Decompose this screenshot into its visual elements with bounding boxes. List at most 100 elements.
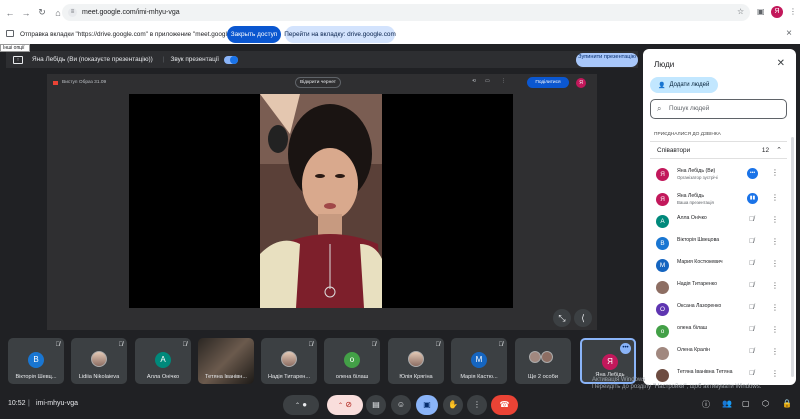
close-icon[interactable]: ✕ xyxy=(777,58,785,69)
participant-tile[interactable]: В 🎙̸ Вікторія Шевц... xyxy=(8,338,64,384)
contributors-group-header[interactable]: Співавтори 12 ⌃ xyxy=(650,141,787,159)
person-row[interactable]: М Мария Костюкевич 🎙̸ ⋮ xyxy=(650,256,787,278)
mic-off-icon[interactable]: 🎙̸ xyxy=(749,304,754,311)
more-icon[interactable]: ⋮ xyxy=(501,79,506,84)
person-role: Ваша презентація xyxy=(677,200,714,205)
stop-sharing-button[interactable]: Закрыть доступ xyxy=(227,26,281,43)
person-row[interactable]: В Вікторія Швецова 🎙̸ ⋮ xyxy=(650,234,787,256)
chevron-up-icon[interactable]: ⌃ xyxy=(338,403,343,409)
person-row[interactable]: А Алла Онічко 🎙̸ ⋮ xyxy=(650,212,787,234)
mic-off-icon[interactable]: 🎙̸ xyxy=(749,216,754,223)
more-vertical-icon[interactable]: ⋮ xyxy=(771,237,779,246)
more-vertical-icon[interactable]: ⋮ xyxy=(771,281,779,290)
avatar: А xyxy=(656,215,669,228)
mic-off-icon[interactable]: 🎙̸ xyxy=(749,282,754,289)
back-icon[interactable]: ← xyxy=(4,8,16,18)
more-vertical-icon[interactable]: ⋮ xyxy=(771,303,779,312)
cast-tab-icon xyxy=(6,30,14,37)
info-icon[interactable]: ⓘ xyxy=(702,399,710,410)
more-vertical-icon[interactable]: ⋮ xyxy=(771,347,779,356)
more-horizontal-icon[interactable]: ••• xyxy=(747,168,758,179)
participant-tile[interactable]: М 🎙̸ Марія Кастю... xyxy=(451,338,507,384)
present-mode-icon[interactable]: ▭ xyxy=(485,79,490,84)
avatar xyxy=(91,351,107,367)
participant-name: Юлія Крягіна xyxy=(399,374,433,380)
history-icon[interactable]: ⟲ xyxy=(472,79,476,84)
audio-level-icon: ▮▮ xyxy=(747,193,758,204)
emoji-button[interactable]: ☺ xyxy=(391,395,411,415)
person-row[interactable]: о олена білаш 🎙̸ ⋮ xyxy=(650,322,787,344)
windows-activation-watermark: Активація Windows Перейдіть до розділу "… xyxy=(592,377,761,391)
leave-call-button[interactable]: ☎ xyxy=(491,395,518,415)
lock-icon[interactable]: 🔒 xyxy=(782,399,792,408)
reframe-icon[interactable]: ⤡ xyxy=(553,309,571,327)
person-row[interactable]: Олена Кралін 🎙̸ ⋮ xyxy=(650,344,787,366)
camera-button[interactable]: ⌃ ⊘ xyxy=(327,395,363,415)
participant-tile[interactable]: 🎙̸ Lidiia Nikolaieva xyxy=(71,338,127,384)
person-row[interactable]: Я Яна Лебідь Ваша презентація ▮▮ ⋮ xyxy=(650,190,787,212)
site-info-icon[interactable]: ≡ xyxy=(68,8,77,17)
more-options-button[interactable]: ⋮ xyxy=(467,395,487,415)
profile-avatar[interactable]: Я xyxy=(771,6,783,18)
more-options-icon[interactable]: ••• xyxy=(620,343,631,354)
chevron-up-icon[interactable]: ⌃ xyxy=(295,403,300,409)
person-name: Яна Лебідь (Ви) xyxy=(677,168,716,174)
add-people-button[interactable]: 👤 Додати людей xyxy=(650,77,718,93)
participant-name: Вікторія Шевц... xyxy=(15,374,57,380)
mic-off-icon[interactable]: 🎙̸ xyxy=(749,370,754,377)
forward-icon[interactable]: → xyxy=(20,8,32,18)
close-icon[interactable]: × xyxy=(786,28,792,39)
profile-avatar[interactable]: Я xyxy=(576,78,586,88)
raise-hand-button[interactable]: ✋ xyxy=(443,395,463,415)
more-vertical-icon[interactable]: ⋮ xyxy=(771,193,779,202)
person-row[interactable]: О Оксана Лазоренко 🎙̸ ⋮ xyxy=(650,300,787,322)
participant-tile[interactable]: Ще 2 особи xyxy=(515,338,571,384)
more-vertical-icon[interactable]: ⋮ xyxy=(771,259,779,268)
more-vertical-icon[interactable]: ⋮ xyxy=(771,168,779,177)
mic-off-icon[interactable]: 🎙̸ xyxy=(749,348,754,355)
person-row[interactable]: Я Яна Лебідь (Ви) Організатор зустрічі ••• ⋮ xyxy=(650,165,787,187)
address-bar[interactable]: ≡ meet.google.com/imi-mhyu-vga xyxy=(62,4,750,21)
stop-presenting-button[interactable]: Зупинити презентацію xyxy=(576,53,638,67)
search-people-input[interactable]: ⌕ Пошук людей xyxy=(650,99,787,119)
presentation-sound-toggle[interactable] xyxy=(223,55,238,64)
present-button[interactable]: ▣ xyxy=(416,395,438,415)
chat-icon[interactable]: ▢ xyxy=(742,399,750,408)
avatar xyxy=(656,281,669,294)
share-button[interactable]: Поділитися xyxy=(527,77,569,88)
open-draft-button[interactable]: Відкрити чернет xyxy=(295,77,341,88)
chevron-up-icon[interactable]: ⌃ xyxy=(776,142,782,159)
bookmark-star-icon[interactable]: ☆ xyxy=(737,7,744,16)
avatar: А xyxy=(155,352,171,368)
more-vertical-icon[interactable]: ⋮ xyxy=(771,369,779,378)
share-icon[interactable]: ⟨ xyxy=(574,309,592,327)
group-label: Співавтори xyxy=(657,147,691,154)
panel-scrollbar[interactable] xyxy=(791,137,794,377)
participant-tile[interactable]: Тетяна Іванівн... xyxy=(198,338,254,384)
mic-off-icon[interactable]: 🎙̸ xyxy=(749,260,754,267)
extensions-icon[interactable]: ▣ xyxy=(757,7,765,16)
switch-tab-button[interactable]: Перейти на вкладку: drive.google.com xyxy=(284,26,396,43)
participant-tile[interactable]: А 🎙̸ Алла Онічко xyxy=(135,338,191,384)
browser-menu-icon[interactable]: ⋮ xyxy=(789,7,797,16)
more-vertical-icon[interactable]: ⋮ xyxy=(771,325,779,334)
participant-tile[interactable]: 🎙̸ Юлія Крягіна xyxy=(388,338,444,384)
participant-tile[interactable]: 🎙̸ Надія Титарен... xyxy=(261,338,317,384)
mic-off-icon: 🎙̸ xyxy=(498,342,504,348)
meeting-code: imi-mhyu-vga xyxy=(36,400,79,407)
participant-tile[interactable]: о 🎙̸ олена білаш xyxy=(324,338,380,384)
more-vertical-icon[interactable]: ⋮ xyxy=(771,215,779,224)
reload-icon[interactable]: ↻ xyxy=(36,7,48,18)
clock: 10:52 xyxy=(8,400,26,407)
microphone-button[interactable]: ⌃ ● xyxy=(283,395,319,415)
captions-button[interactable]: ▤ xyxy=(366,395,386,415)
watermark-line2: Перейдіть до розділу "Настройки", щоб ак… xyxy=(592,384,762,390)
people-icon[interactable]: 👥 xyxy=(722,399,732,408)
person-row[interactable]: Надія Титаренко 🎙̸ ⋮ xyxy=(650,278,787,300)
microphone-icon: ● xyxy=(302,400,308,409)
add-people-label: Додати людей xyxy=(669,82,710,88)
slide-canvas xyxy=(129,94,513,308)
mic-off-icon[interactable]: 🎙̸ xyxy=(749,238,754,245)
activities-icon[interactable]: ⬡ xyxy=(762,399,769,408)
mic-off-icon[interactable]: 🎙̸ xyxy=(749,326,754,333)
